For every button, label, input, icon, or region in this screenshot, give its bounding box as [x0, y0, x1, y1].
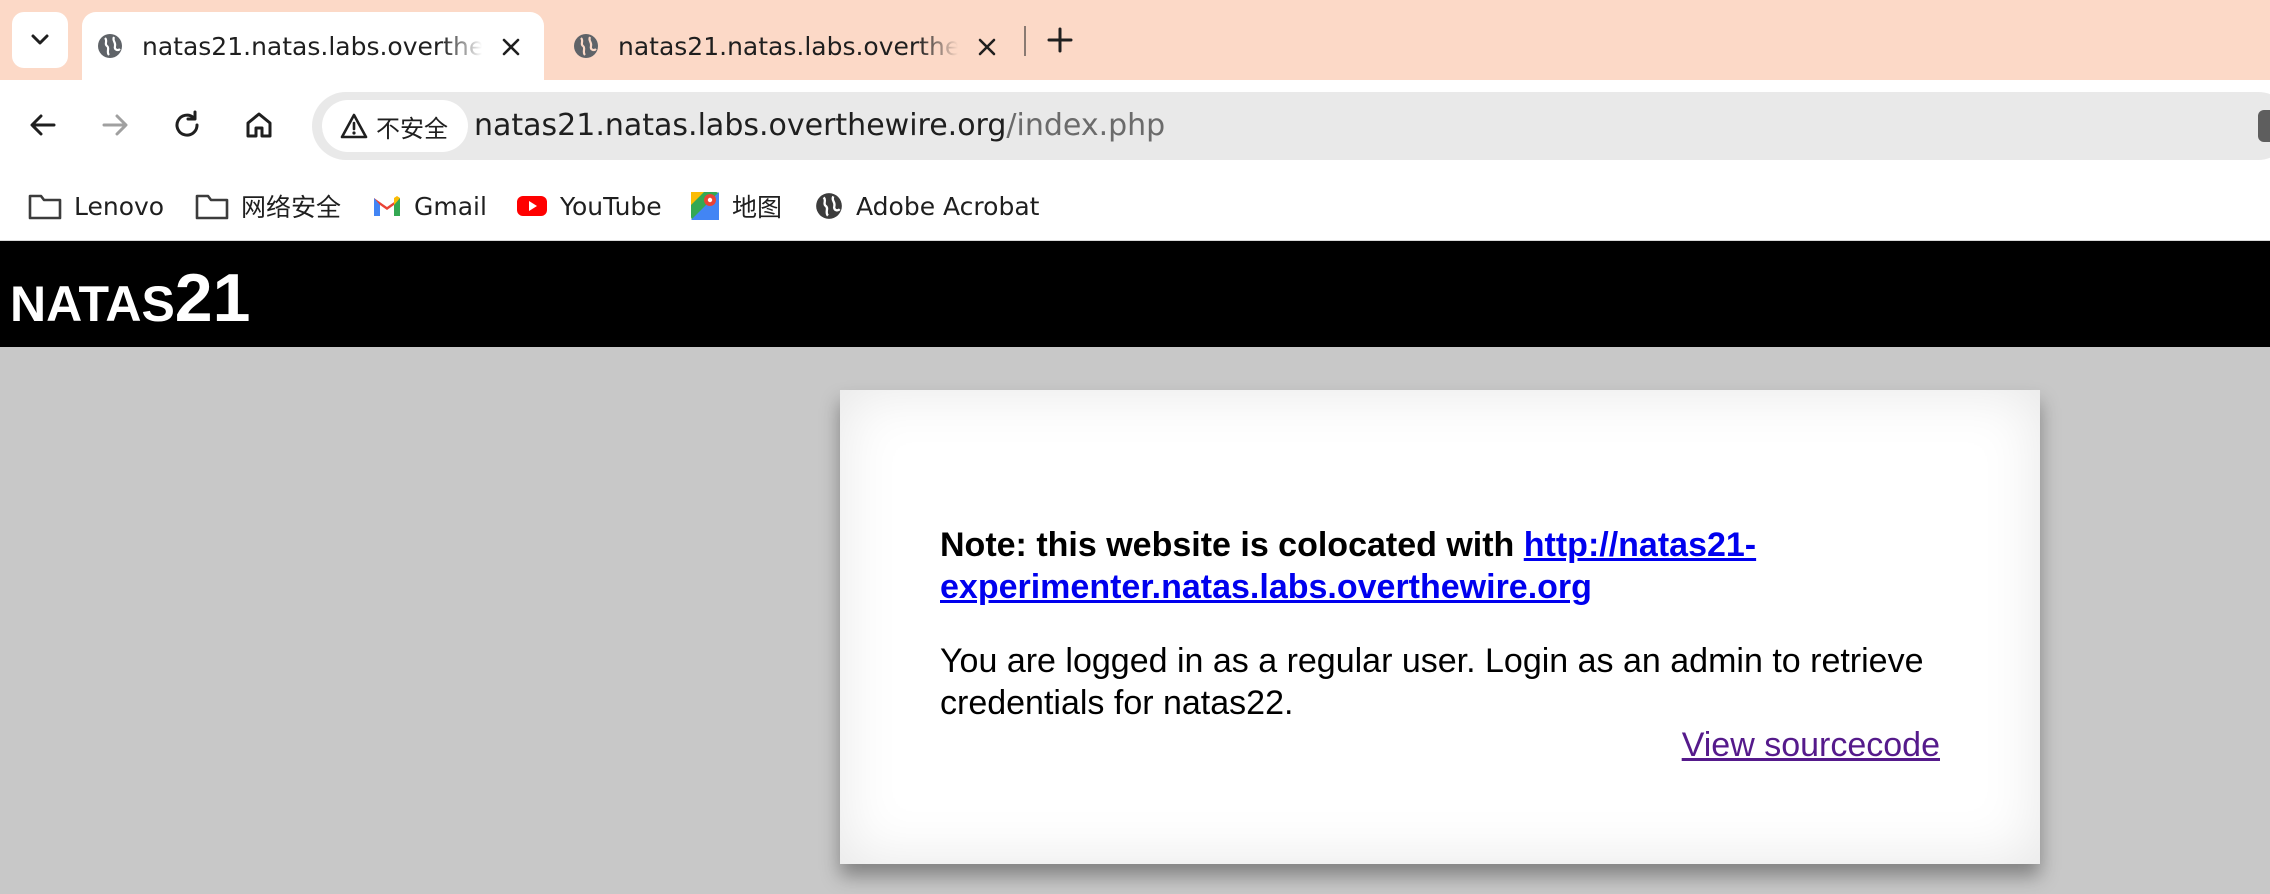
tab-title: natas21.natas.labs.overthewire.org [618, 32, 958, 62]
tab-natas21[interactable]: natas21.natas.labs.overthewire.org [558, 12, 1020, 80]
bookmark-maps[interactable]: 地图 [690, 186, 782, 226]
tab-natas21-active[interactable]: natas21.natas.labs.overthewire.org [82, 12, 544, 80]
view-sourcecode-link[interactable]: View sourcecode [1682, 726, 1940, 764]
bookmarks-bar: Lenovo 网络安全 Gmail YouTube 地图 Adobe Acrob… [0, 172, 2270, 241]
close-icon[interactable] [974, 34, 1000, 60]
url-host: natas21.natas.labs.overthewire.org [474, 108, 1007, 143]
experimenter-link-line1: http://natas21- [1523, 526, 1757, 564]
omnibox-action-icon[interactable] [2258, 110, 2270, 142]
folder-icon [28, 194, 62, 220]
tab-strip: natas21.natas.labs.overthewire.org natas… [0, 0, 2270, 80]
chevron-down-icon [31, 34, 49, 45]
reload-icon [175, 110, 199, 137]
tab-separator [1024, 26, 1026, 56]
bookmark-label: 网络安全 [241, 193, 342, 222]
bookmark-label: Adobe Acrobat [856, 191, 1040, 221]
url-path: /index.php [1006, 108, 1166, 143]
youtube-icon [517, 196, 547, 216]
natas-title-word: NATAS [10, 276, 175, 332]
arrow-left-icon [30, 114, 56, 136]
bookmark-lenovo[interactable]: Lenovo [28, 186, 164, 226]
forward-button[interactable] [92, 102, 138, 148]
sourcecode-container: View sourcecode [940, 724, 1940, 766]
globe-icon [816, 193, 842, 219]
login-status-message: You are logged in as a regular user. Log… [940, 642, 1924, 722]
tab-search-button[interactable] [12, 12, 68, 68]
natas-title-number: 21 [174, 260, 251, 336]
experimenter-link-line2: experimenter.natas.labs.overthewire.org [940, 568, 1592, 606]
address-bar[interactable]: 不安全 natas21.natas.labs.overthewire.org/i… [312, 92, 2270, 160]
note-prefix: Note: this website is colocated with [940, 526, 1524, 564]
globe-icon [98, 34, 122, 58]
security-indicator[interactable]: 不安全 [322, 100, 468, 152]
bookmark-label: Gmail [414, 191, 487, 221]
bookmark-adobe-acrobat[interactable]: Adobe Acrobat [814, 186, 1039, 226]
arrow-right-icon [102, 114, 128, 136]
reload-button[interactable] [164, 102, 210, 148]
home-icon [246, 112, 272, 138]
new-tab-plus-icon[interactable] [1040, 20, 1080, 60]
url-text[interactable]: natas21.natas.labs.overthewire.org/index… [474, 108, 1165, 144]
bookmark-youtube[interactable]: YouTube [516, 186, 662, 226]
back-button[interactable] [20, 102, 66, 148]
colocation-note: Note: this website is colocated with htt… [940, 524, 1940, 608]
maps-icon [691, 192, 719, 220]
browser-toolbar: 不安全 natas21.natas.labs.overthewire.org/i… [0, 80, 2270, 172]
natas-header: NATAS21 [0, 241, 2270, 347]
folder-icon [195, 194, 229, 220]
bookmark-label: YouTube [560, 191, 662, 221]
bookmark-network-security[interactable]: 网络安全 [195, 186, 341, 226]
globe-icon [574, 34, 598, 58]
security-label: 不安全 [376, 114, 448, 143]
close-icon[interactable] [498, 34, 524, 60]
content-panel: Note: this website is colocated with htt… [840, 390, 2040, 864]
natas-level-title: NATAS21 [10, 259, 250, 337]
bookmark-label: 地图 [732, 193, 783, 222]
gmail-icon [374, 196, 400, 216]
warning-icon [340, 113, 368, 139]
home-button[interactable] [236, 102, 282, 148]
tab-title: natas21.natas.labs.overthewire.org [142, 32, 482, 62]
bookmark-gmail[interactable]: Gmail [372, 186, 487, 226]
bookmark-label: Lenovo [74, 191, 165, 221]
